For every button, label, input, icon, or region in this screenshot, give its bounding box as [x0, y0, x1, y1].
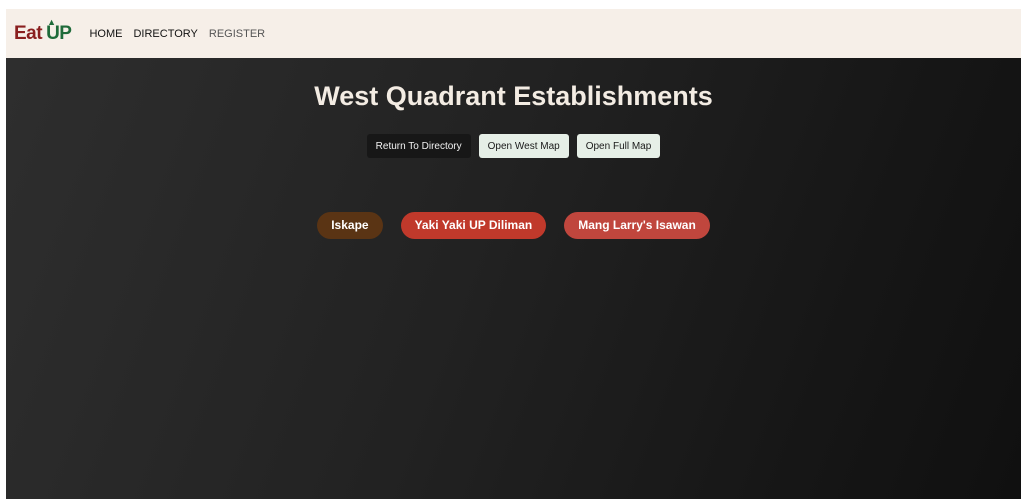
nav-register[interactable]: REGISTER: [209, 28, 265, 40]
action-buttons: Return To Directory Open West Map Open F…: [6, 134, 1021, 158]
return-to-directory-button[interactable]: Return To Directory: [366, 134, 471, 158]
establishment-list: Iskape Yaki Yaki UP Diliman Mang Larry's…: [6, 212, 1021, 239]
page-title: West Quadrant Establishments: [314, 81, 713, 111]
nav-directory[interactable]: DIRECTORY: [133, 28, 197, 40]
main-content: West Quadrant Establishments Return To D…: [6, 58, 1021, 499]
navbar: Eat ▲ UP HOME DIRECTORY REGISTER: [6, 9, 1021, 58]
establishment-chip-yaki-yaki[interactable]: Yaki Yaki UP Diliman: [400, 212, 547, 239]
up-arrow-icon: ▲: [47, 17, 56, 27]
open-full-map-button[interactable]: Open Full Map: [576, 134, 661, 158]
establishment-chip-iskape[interactable]: Iskape: [317, 212, 383, 239]
establishment-chip-mang-larrys[interactable]: Mang Larry's Isawan: [564, 212, 710, 239]
logo-up-text: ▲ UP: [46, 18, 72, 44]
app-frame: Eat ▲ UP HOME DIRECTORY REGISTER West Qu…: [6, 9, 1021, 499]
logo-eat-text: Eat: [14, 23, 43, 44]
open-west-map-button[interactable]: Open West Map: [478, 134, 569, 158]
nav-links: HOME DIRECTORY REGISTER: [89, 28, 265, 40]
nav-home[interactable]: HOME: [89, 28, 122, 40]
brand-logo[interactable]: Eat ▲ UP: [14, 18, 72, 44]
